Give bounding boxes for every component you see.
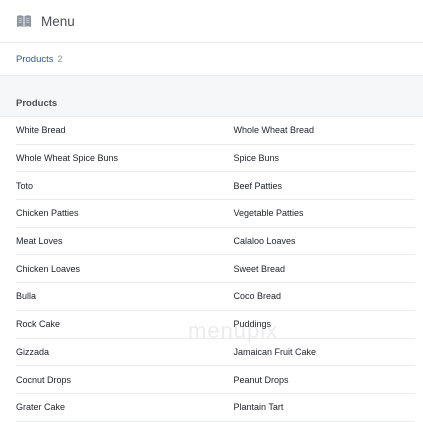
menu-item-label: Plantain Tart [233, 402, 284, 413]
menu-item: Chicken Loaves [16, 255, 221, 284]
menu-item: Sweet Bread [220, 255, 415, 284]
menu-item-label: Meat Loves [16, 236, 63, 247]
menu-item: Bulla [16, 283, 221, 311]
menu-item: Meat Loves [16, 228, 221, 256]
menu-item: Spice Buns [220, 145, 415, 173]
menu-item-label: Grater Cake [16, 402, 66, 413]
menu-item-label: Toto [16, 180, 34, 191]
tab-bar: Products 2 [0, 43, 423, 76]
menu-item-label: Whole Wheat Spice Buns [16, 153, 119, 164]
menu-item: Beef Patties [220, 172, 415, 201]
menu-row: Cocnut Drops Peanut Drops [0, 366, 423, 394]
menu-item-label: Chicken Patties [16, 208, 79, 219]
menu-item: Whole Wheat Bread [220, 117, 415, 145]
menu-item: Jamaican Fruit Cake [220, 339, 415, 367]
menu-item: Chicken Patties [16, 200, 221, 228]
menu-item: Puddings [220, 311, 415, 339]
menu-item-label: Bulla [16, 291, 37, 302]
menu-item: Coco Bread [220, 283, 415, 311]
menu-item: Grater Cake [16, 394, 221, 422]
section-spacer [0, 76, 423, 90]
menu-header: Menu [0, 0, 423, 43]
menu-row: Whole Wheat Spice Buns Spice Buns [0, 145, 423, 173]
menu-row: White Bread Whole Wheat Bread [0, 117, 423, 145]
menu-item: White Bread [16, 117, 221, 145]
menu-row: Chicken Patties Vegetable Patties [0, 200, 423, 228]
menu-row: Toto Beef Patties [0, 172, 423, 201]
menu-item: Cocnut Drops [16, 366, 221, 394]
tab-products-count: 2 [57, 54, 63, 64]
menu-item: Plantain Tart [220, 394, 415, 422]
menu-item: Toto [16, 172, 221, 201]
menu-item-label: White Bread [16, 125, 66, 136]
menu-item-label: Vegetable Patties [233, 208, 304, 219]
menu-row: Meat Loves Calaloo Loaves [0, 228, 423, 256]
menu-item: Vegetable Patties [220, 200, 415, 228]
menu-item-label: Calaloo Loaves [233, 236, 296, 247]
menu-items-grid: White Bread Whole Wheat Bread Whole Wheat … [0, 117, 423, 422]
menu-item-label: Cocnut Drops [16, 374, 72, 385]
menu-item-label: Rock Cake [16, 319, 61, 330]
menu-item-label: Spice Buns [233, 153, 280, 164]
menu-item: Rock Cake [16, 311, 221, 339]
menu-item-label: Puddings [233, 319, 272, 330]
menu-row: Gizzada Jamaican Fruit Cake [0, 339, 423, 367]
menu-row: Grater Cake Plantain Tart [0, 394, 423, 422]
menu-item: Calaloo Loaves [220, 228, 415, 256]
menu-item-label: Sweet Bread [233, 263, 286, 274]
book-icon [16, 14, 32, 28]
menu-row: Rock Cake Puddings [0, 311, 423, 339]
menu-item: Whole Wheat Spice Buns [16, 145, 221, 173]
menu-row: Chicken Loaves Sweet Bread [0, 255, 423, 284]
menu-item-label: Whole Wheat Bread [233, 125, 315, 136]
menu-item-label: Peanut Drops [233, 374, 289, 385]
menu-item: Gizzada [16, 339, 221, 367]
menu-item-label: Coco Bread [233, 291, 282, 302]
menu-row: Bulla Coco Bread [0, 283, 423, 311]
tab-products[interactable]: Products [16, 54, 54, 65]
menu-item-label: Jamaican Fruit Cake [233, 346, 317, 357]
page-title: Menu [41, 13, 75, 29]
menu-item-label: Gizzada [16, 346, 50, 357]
menu-item-label: Beef Patties [233, 180, 283, 191]
menu-item-label: Chicken Loaves [16, 263, 81, 274]
section-title: Products [0, 90, 423, 117]
menu-item: Peanut Drops [220, 366, 415, 394]
